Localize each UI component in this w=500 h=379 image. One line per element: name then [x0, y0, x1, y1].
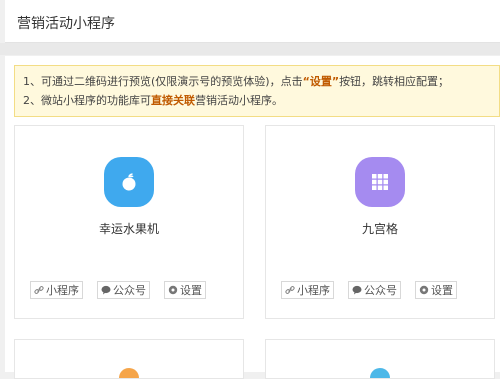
app-name: 幸运水果机: [98, 222, 159, 236]
button-label: 公众号: [113, 284, 146, 297]
app-icon-partial: [370, 368, 390, 378]
link-icon: [285, 286, 295, 294]
notice-text: 按钮，跳转相应配置；: [339, 75, 450, 88]
chat-bubble-icon: [352, 285, 362, 295]
notice-text: 2、微站小程序的功能库可: [23, 94, 151, 107]
button-label: 公众号: [364, 284, 397, 297]
apple-icon: [104, 157, 154, 207]
notice-text: 营销活动小程序。: [195, 94, 283, 107]
button-label: 小程序: [46, 284, 79, 297]
app-card-nine-grid[interactable]: 九宫格 小程序 公众号 设置: [265, 125, 495, 319]
button-label: 设置: [180, 284, 202, 297]
button-label: 设置: [431, 284, 453, 297]
official-account-button[interactable]: 公众号: [97, 281, 150, 299]
section-divider: [0, 43, 500, 55]
settings-button[interactable]: 设置: [415, 281, 457, 299]
notice-line-2: 2、微站小程序的功能库可直接关联营销活动小程序。: [23, 91, 499, 110]
page-title: 营销活动小程序: [17, 16, 115, 32]
notice-highlight: 直接关联: [151, 94, 195, 107]
gear-icon: [168, 285, 178, 295]
main-content: 1、可通过二维码进行预览(仅限演示号的预览体验)，点击“设置”按钮，跳转相应配置…: [5, 56, 500, 379]
grid-icon: [355, 157, 405, 207]
button-label: 小程序: [297, 284, 330, 297]
card-actions: 小程序 公众号 设置: [30, 281, 206, 299]
app-name: 九宫格: [361, 222, 398, 236]
miniprogram-button[interactable]: 小程序: [30, 281, 83, 299]
gear-icon: [419, 285, 429, 295]
miniprogram-button[interactable]: 小程序: [281, 281, 334, 299]
notice-line-1: 1、可通过二维码进行预览(仅限演示号的预览体验)，点击“设置”按钮，跳转相应配置…: [23, 72, 499, 91]
notice-box: 1、可通过二维码进行预览(仅限演示号的预览体验)，点击“设置”按钮，跳转相应配置…: [14, 65, 500, 117]
notice-text: 1、可通过二维码进行预览(仅限演示号的预览体验)，点击: [23, 75, 303, 88]
official-account-button[interactable]: 公众号: [348, 281, 401, 299]
card-actions: 小程序 公众号 设置: [281, 281, 457, 299]
app-card-partial[interactable]: [14, 339, 244, 379]
link-icon: [34, 286, 44, 294]
notice-highlight: “设置”: [302, 75, 340, 88]
app-icon-partial: [119, 368, 139, 378]
header-bar: 营销活动小程序: [5, 0, 500, 43]
settings-button[interactable]: 设置: [164, 281, 206, 299]
chat-bubble-icon: [101, 285, 111, 295]
app-card-partial[interactable]: [265, 339, 495, 379]
app-card-lucky-fruit[interactable]: 幸运水果机 小程序 公众号 设置: [14, 125, 244, 319]
